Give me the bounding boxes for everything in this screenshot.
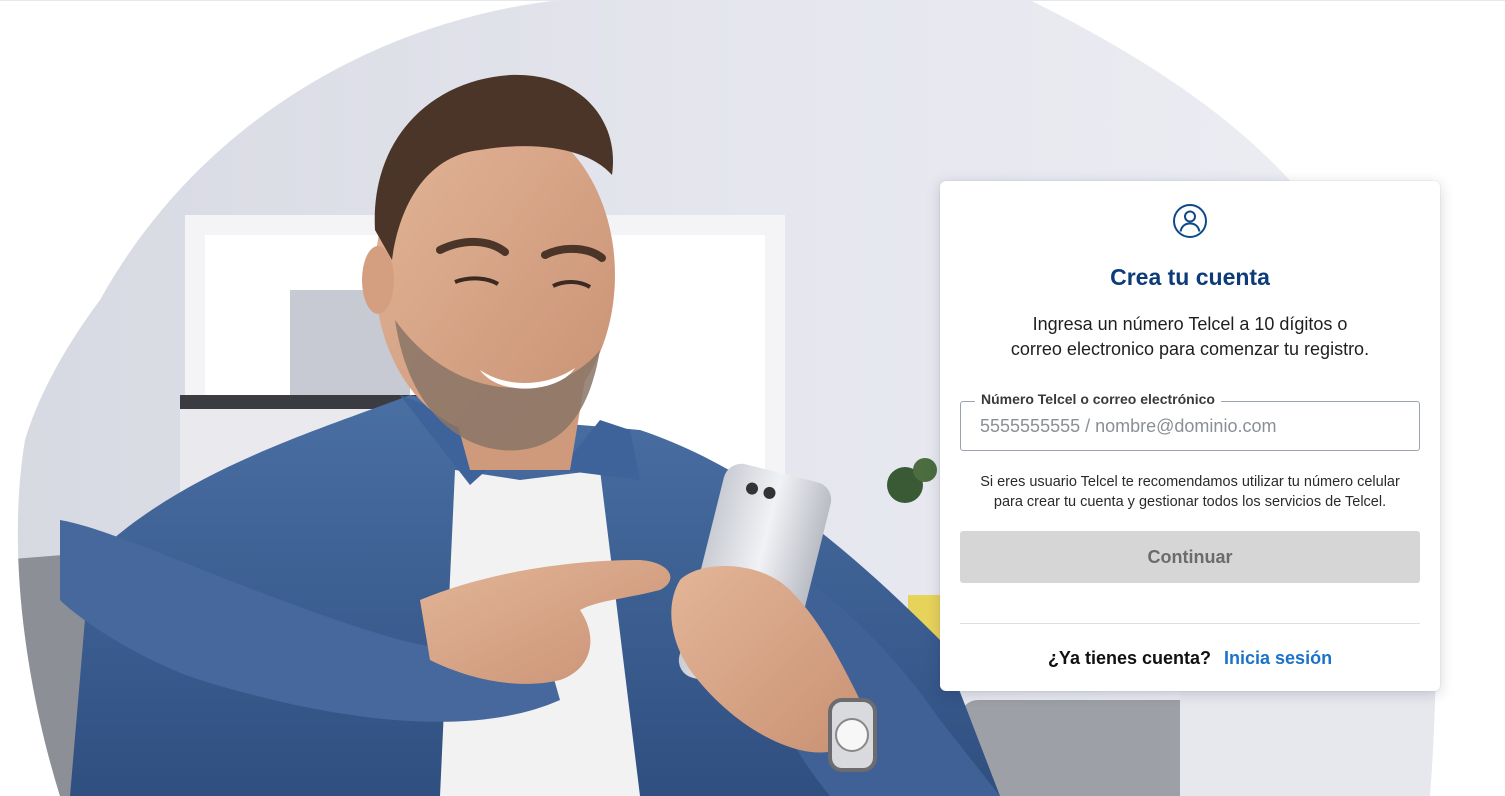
hint-line-2: para crear tu cuenta y gestionar todos l… <box>993 494 1387 510</box>
continue-button[interactable]: Continuar <box>960 531 1420 583</box>
description-line-2: correo electronico para comenzar tu regi… <box>1010 339 1370 359</box>
description-line-1: Ingresa un número Telcel a 10 dígitos o <box>1032 314 1348 334</box>
card-title: Crea tu cuenta <box>1110 264 1270 290</box>
page: Crea tu cuenta Ingresa un número Telcel … <box>0 0 1505 796</box>
card-divider <box>960 623 1420 624</box>
hint-line-1: Si eres usuario Telcel te recomendamos u… <box>980 474 1400 490</box>
have-account-text: ¿Ya tienes cuenta? <box>1047 648 1211 668</box>
signin-row: ¿Ya tienes cuenta? Inicia sesión <box>940 646 1440 670</box>
signin-link[interactable]: Inicia sesión <box>1224 648 1332 668</box>
user-circle-icon <box>1173 204 1207 238</box>
telcel-hint: Si eres usuario Telcel te recomendamos u… <box>960 472 1420 512</box>
phone-or-email-input[interactable] <box>961 402 1419 450</box>
card-description: Ingresa un número Telcel a 10 dígitos o … <box>980 312 1400 362</box>
register-card: Crea tu cuenta Ingresa un número Telcel … <box>940 181 1440 691</box>
phone-or-email-field: Número Telcel o correo electrónico <box>960 390 1420 451</box>
